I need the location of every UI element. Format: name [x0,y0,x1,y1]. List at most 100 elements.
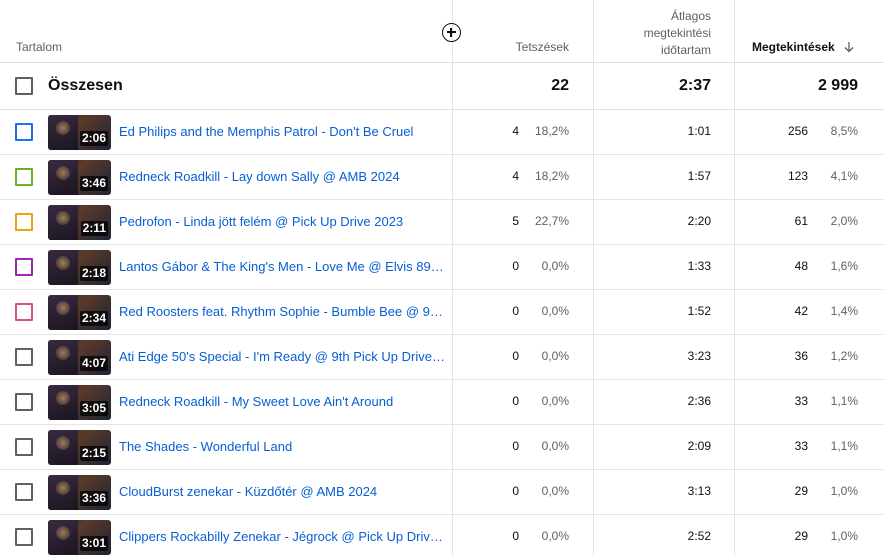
header-avg-view-duration[interactable]: Átlagos megtekintési időtartam [601,8,711,59]
video-thumbnail[interactable]: 2:34 [48,295,111,330]
row-likes: 4 [512,124,519,138]
row-checkbox[interactable] [15,258,33,276]
row-views-percent: 4,1% [830,169,858,183]
video-duration: 2:11 [80,221,108,236]
video-list: 2:06 Ed Philips and the Memphis Patrol -… [0,110,884,556]
row-views-percent: 1,0% [830,484,858,498]
select-all-checkbox[interactable] [15,77,33,95]
table-row: 3:01 Clippers Rockabilly Zenekar - Jégro… [0,515,884,556]
video-title-link[interactable]: Redneck Roadkill - Lay down Sally @ AMB … [119,169,445,184]
row-views: 29 [794,529,808,543]
header-content: Tartalom [16,40,63,54]
row-views: 33 [794,439,808,453]
header-views[interactable]: Megtekintések [752,40,835,54]
table-row: 3:05 Redneck Roadkill - My Sweet Love Ai… [0,380,884,425]
row-likes: 5 [512,214,519,228]
video-duration: 3:46 [79,176,108,191]
row-checkbox[interactable] [15,438,33,456]
row-likes-percent: 0,0% [541,259,569,273]
row-avg-duration: 1:01 [687,124,711,138]
thumbnail-light [56,166,70,180]
video-thumbnail[interactable]: 3:46 [48,160,111,195]
row-likes: 0 [512,349,519,363]
row-checkbox[interactable] [15,348,33,366]
video-title-link[interactable]: Pedrofon - Linda jött felém @ Pick Up Dr… [119,214,445,229]
video-duration: 3:36 [79,491,108,506]
row-likes-percent: 0,0% [541,529,569,543]
video-duration: 2:18 [79,266,108,281]
row-views-percent: 1,0% [830,529,858,543]
row-checkbox[interactable] [15,483,33,501]
row-checkbox[interactable] [15,393,33,411]
header-avg-line1: Átlagos [670,9,711,23]
video-duration: 3:05 [79,401,108,416]
plus-circle-icon[interactable] [442,23,461,42]
row-views: 123 [787,169,808,183]
row-likes: 0 [512,259,519,273]
row-views-percent: 1,2% [830,349,858,363]
row-views-percent: 1,1% [830,394,858,408]
row-views-percent: 1,1% [830,439,858,453]
row-views: 256 [787,124,808,138]
video-thumbnail[interactable]: 2:18 [48,250,111,285]
row-avg-duration: 2:09 [687,439,711,453]
row-checkbox[interactable] [15,123,33,141]
video-thumbnail[interactable]: 2:11 [48,205,111,240]
table-row: 2:18 Lantos Gábor & The King's Men - Lov… [0,245,884,290]
thumbnail-light [56,121,70,135]
video-duration: 2:15 [79,446,108,461]
table-row: 3:46 Redneck Roadkill - Lay down Sally @… [0,155,884,200]
video-thumbnail[interactable]: 2:06 [48,115,111,150]
video-title-link[interactable]: CloudBurst zenekar - Küzdőtér @ AMB 2024 [119,484,445,499]
header-avg-line3: időtartam [660,43,711,57]
row-views: 61 [794,214,808,228]
row-likes: 0 [512,484,519,498]
video-title-link[interactable]: Lantos Gábor & The King's Men - Love Me … [119,259,445,274]
table-row: 2:34 Red Roosters feat. Rhythm Sophie - … [0,290,884,335]
table-row: 2:06 Ed Philips and the Memphis Patrol -… [0,110,884,155]
video-title-link[interactable]: Ed Philips and the Memphis Patrol - Don'… [119,124,445,139]
row-views: 36 [794,349,808,363]
video-title-link[interactable]: Clippers Rockabilly Zenekar - Jégrock @ … [119,529,445,544]
video-duration: 4:07 [79,356,108,371]
total-label: Összesen [48,77,123,94]
total-views: 2 999 [817,77,858,94]
video-title-link[interactable]: Redneck Roadkill - My Sweet Love Ain't A… [119,394,445,409]
total-avg-duration: 2:37 [678,77,711,94]
row-views: 42 [794,304,808,318]
row-likes-percent: 0,0% [541,439,569,453]
header-likes[interactable]: Tetszések [516,40,569,54]
row-checkbox[interactable] [15,213,33,231]
row-avg-duration: 2:36 [687,394,711,408]
header-avg-line2: megtekintési [643,26,711,40]
video-title-link[interactable]: Red Roosters feat. Rhythm Sophie - Bumbl… [119,304,445,319]
row-checkbox[interactable] [15,168,33,186]
row-checkbox[interactable] [15,303,33,321]
row-views-percent: 1,6% [830,259,858,273]
row-views: 29 [794,484,808,498]
row-views: 48 [794,259,808,273]
row-checkbox[interactable] [15,528,33,546]
row-likes-percent: 18,2% [534,169,569,183]
row-avg-duration: 3:13 [687,484,711,498]
row-likes: 0 [512,394,519,408]
video-duration: 2:34 [79,311,108,326]
row-likes: 0 [512,304,519,318]
video-duration: 2:06 [79,131,108,146]
video-title-link[interactable]: Ati Edge 50's Special - I'm Ready @ 9th … [119,349,445,364]
row-views: 33 [794,394,808,408]
thumbnail-light [56,346,70,360]
arrow-down-icon[interactable] [843,41,855,53]
thumbnail-light [56,436,70,450]
video-thumbnail[interactable]: 4:07 [48,340,111,375]
video-thumbnail[interactable]: 2:15 [48,430,111,465]
video-thumbnail[interactable]: 3:36 [48,475,111,510]
table-header: Tartalom Tetszések Átlagos megtekintési … [0,0,884,63]
video-title-link[interactable]: The Shades - Wonderful Land [119,439,445,454]
video-thumbnail[interactable]: 3:05 [48,385,111,420]
table-row: 2:11 Pedrofon - Linda jött felém @ Pick … [0,200,884,245]
row-views-percent: 8,5% [830,124,858,138]
row-likes-percent: 18,2% [534,124,569,138]
total-row: Összesen 22 2:37 2 999 [0,63,884,110]
video-thumbnail[interactable]: 3:01 [48,520,111,555]
